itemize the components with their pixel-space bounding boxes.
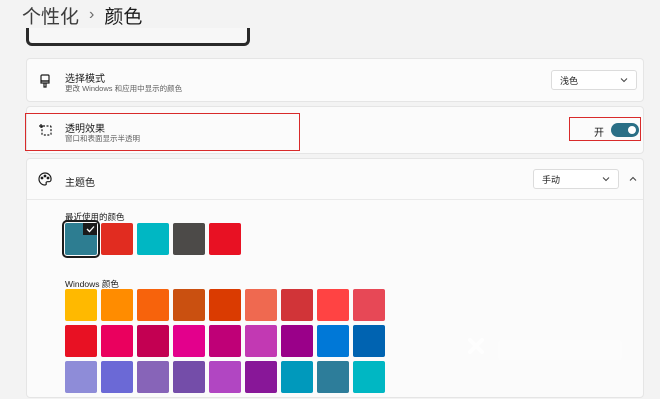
windows-color-swatch[interactable] bbox=[209, 361, 241, 393]
breadcrumb-parent[interactable]: 个性化 bbox=[22, 2, 79, 29]
accent-color-header[interactable]: 主题色 手动 bbox=[27, 159, 643, 199]
accent-title: 主题色 bbox=[65, 178, 95, 189]
windows-color-swatch[interactable] bbox=[353, 289, 385, 321]
windows-color-swatch[interactable] bbox=[317, 361, 349, 393]
windows-color-swatch[interactable] bbox=[137, 325, 169, 357]
theme-preview bbox=[26, 28, 250, 46]
settings-page: 个性化 › 颜色 选择模式 更改 Windows 和应用中显示的颜色 浅色 透明… bbox=[0, 0, 660, 399]
mode-subtitle: 更改 Windows 和应用中显示的颜色 bbox=[65, 84, 183, 93]
recent-color-swatch[interactable] bbox=[101, 223, 133, 255]
breadcrumb-separator: › bbox=[89, 6, 95, 23]
recent-color-swatch[interactable] bbox=[173, 223, 205, 255]
windows-color-swatch[interactable] bbox=[245, 325, 277, 357]
breadcrumb: 个性化 › 颜色 bbox=[22, 2, 142, 28]
windows-color-swatch[interactable] bbox=[353, 361, 385, 393]
recent-colors-label: 最近使用的颜色 bbox=[65, 212, 125, 222]
chevron-down-icon bbox=[602, 177, 610, 182]
windows-color-swatch[interactable] bbox=[101, 325, 133, 357]
accent-select[interactable]: 手动 bbox=[533, 169, 619, 189]
mode-select[interactable]: 浅色 bbox=[551, 70, 637, 90]
recent-color-swatch[interactable] bbox=[137, 223, 169, 255]
windows-color-swatch[interactable] bbox=[65, 325, 97, 357]
windows-color-swatch[interactable] bbox=[101, 289, 133, 321]
chevron-up-icon[interactable] bbox=[625, 171, 641, 187]
toggle-knob bbox=[628, 126, 636, 134]
windows-color-swatch[interactable] bbox=[173, 361, 205, 393]
transparency-setting-card: 透明效果 窗口和表面显示半透明 开 bbox=[26, 106, 644, 154]
windows-color-swatch[interactable] bbox=[173, 289, 205, 321]
windows-color-swatch[interactable] bbox=[137, 289, 169, 321]
chevron-down-icon bbox=[620, 78, 628, 83]
transparency-toggle-label: 开 bbox=[594, 128, 604, 139]
windows-color-swatch[interactable] bbox=[209, 289, 241, 321]
windows-color-swatch[interactable] bbox=[317, 325, 349, 357]
windows-color-swatch[interactable] bbox=[245, 289, 277, 321]
windows-color-swatch[interactable] bbox=[173, 325, 205, 357]
recent-color-swatch[interactable] bbox=[62, 220, 100, 258]
brush-icon bbox=[37, 73, 53, 89]
page-title: 颜色 bbox=[104, 6, 143, 28]
mode-setting-card: 选择模式 更改 Windows 和应用中显示的颜色 浅色 bbox=[26, 58, 644, 102]
palette-icon bbox=[37, 171, 53, 187]
windows-color-swatch[interactable] bbox=[353, 325, 385, 357]
windows-color-swatch[interactable] bbox=[137, 361, 169, 393]
windows-color-swatch[interactable] bbox=[209, 325, 241, 357]
windows-color-swatch[interactable] bbox=[65, 289, 97, 321]
windows-color-swatch[interactable] bbox=[245, 361, 277, 393]
recent-color-swatch[interactable] bbox=[209, 223, 241, 255]
windows-color-swatch[interactable] bbox=[65, 361, 97, 393]
transparency-toggle[interactable] bbox=[611, 123, 639, 137]
windows-color-swatch[interactable] bbox=[281, 361, 313, 393]
windows-color-swatch[interactable] bbox=[317, 289, 349, 321]
transparency-subtitle: 窗口和表面显示半透明 bbox=[65, 134, 140, 143]
accent-divider bbox=[27, 199, 643, 200]
windows-color-swatch[interactable] bbox=[281, 325, 313, 357]
accent-select-value: 手动 bbox=[542, 174, 561, 185]
mode-select-value: 浅色 bbox=[560, 75, 579, 86]
transparency-icon bbox=[37, 122, 53, 138]
checkmark-icon bbox=[83, 223, 97, 235]
windows-color-swatch[interactable] bbox=[281, 289, 313, 321]
accent-color-card: 主题色 手动 最近使用的颜色 Windows 颜色 bbox=[26, 158, 644, 398]
windows-color-swatch[interactable] bbox=[101, 361, 133, 393]
